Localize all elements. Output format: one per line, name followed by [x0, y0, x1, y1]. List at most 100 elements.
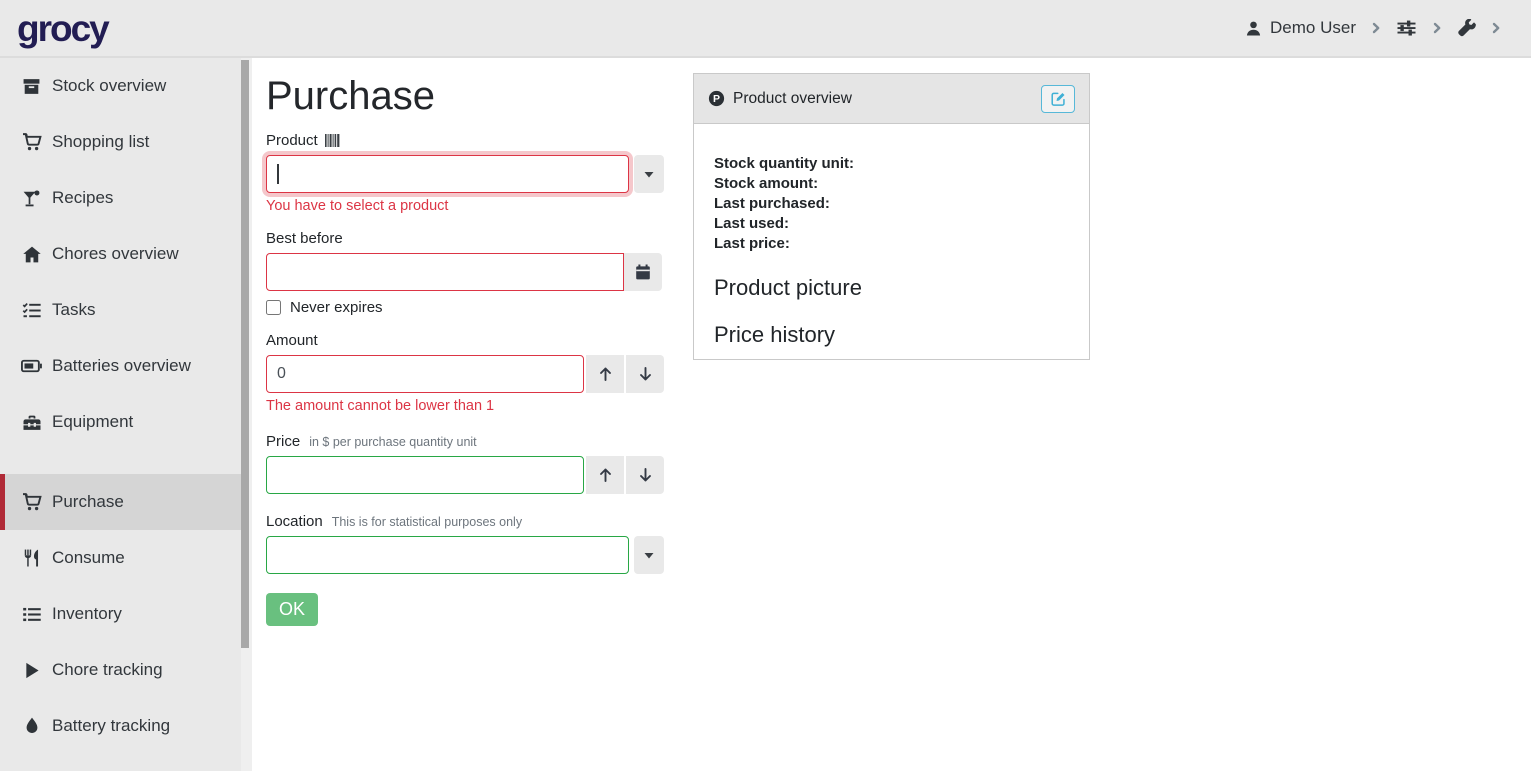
location-label: Location [266, 513, 323, 530]
sidebar-item-label: Recipes [52, 188, 113, 208]
product-picture-heading: Product picture [714, 275, 1069, 301]
sidebar-item-chores-overview[interactable]: Chores overview [0, 226, 241, 282]
location-field-group: Location This is for statistical purpose… [266, 513, 666, 574]
price-field-group: Price in $ per purchase quantity unit [266, 433, 666, 494]
chevron-right-icon [1490, 21, 1502, 35]
sidebar-item-label: Chores overview [52, 244, 179, 264]
amount-error-text: The amount cannot be lower than 1 [266, 398, 666, 414]
price-decrement-button[interactable] [626, 456, 664, 494]
price-label: Price [266, 433, 300, 450]
arrow-down-icon [638, 467, 653, 483]
sidebar-item-recipes[interactable]: Recipes [0, 170, 241, 226]
card-header: P Product overview [694, 74, 1089, 124]
svg-text:P: P [713, 93, 720, 105]
top-navbar: grocy Demo User [0, 0, 1531, 58]
never-expires-row: Never expires [266, 299, 666, 316]
utensils-icon [21, 549, 42, 567]
sidebar-item-label: Equipment [52, 412, 133, 432]
list-icon [21, 607, 42, 622]
play-icon [21, 662, 42, 679]
caret-down-icon [644, 171, 654, 178]
calendar-button[interactable] [623, 253, 662, 291]
price-hint: in $ per purchase quantity unit [309, 435, 476, 449]
location-input[interactable] [266, 536, 629, 574]
price-history-heading: Price history [714, 322, 1069, 348]
user-icon [1245, 20, 1262, 37]
grocy-logo[interactable]: grocy [17, 10, 108, 47]
cocktail-icon [21, 190, 42, 207]
arrow-down-icon [638, 366, 653, 382]
location-hint: This is for statistical purposes only [332, 515, 522, 529]
sidebar-item-label: Shopping list [52, 132, 149, 152]
amount-increment-button[interactable] [586, 355, 624, 393]
sidebar-item-shopping-list[interactable]: Shopping list [0, 114, 241, 170]
sidebar-item-batteries-overview[interactable]: Batteries overview [0, 338, 241, 394]
sidebar-nav: Stock overview Shopping list Recipes Cho… [0, 58, 252, 771]
main-content: Purchase Product You have [252, 58, 1531, 771]
edit-pencil-icon [1051, 91, 1066, 106]
chevron-right-icon [1370, 21, 1382, 35]
sliders-icon [1396, 19, 1417, 37]
sidebar-item-consume[interactable]: Consume [0, 530, 241, 586]
user-name-label: Demo User [1270, 18, 1356, 38]
sidebar-item-purchase[interactable]: Purchase [0, 474, 241, 530]
sidebar-item-equipment[interactable]: Equipment [0, 394, 241, 450]
best-before-input[interactable] [266, 253, 624, 291]
sidebar-item-inventory[interactable]: Inventory [0, 586, 241, 642]
calendar-icon [635, 264, 651, 281]
home-icon [21, 246, 42, 263]
drop-icon [21, 717, 42, 735]
caret-down-icon [644, 552, 654, 559]
product-circle-icon: P [708, 90, 725, 107]
settings-menu[interactable] [1396, 19, 1417, 37]
sidebar-item-label: Tasks [52, 300, 95, 320]
barcode-icon [325, 134, 347, 147]
user-menu[interactable]: Demo User [1245, 18, 1356, 38]
amount-decrement-button[interactable] [626, 355, 664, 393]
best-before-field-group: Best before Never expires [266, 230, 666, 316]
sidebar-item-label: Battery tracking [52, 716, 170, 736]
sidebar-item-label: Chore tracking [52, 660, 163, 680]
last-price-label: Last price: [714, 234, 1069, 254]
sidebar-item-label: Batteries overview [52, 356, 191, 376]
best-before-label: Best before [266, 230, 343, 247]
product-dropdown-button[interactable] [634, 155, 664, 193]
stock-amount-label: Stock amount: [714, 174, 1069, 194]
product-input[interactable] [266, 155, 629, 193]
sidebar-scrollbar-thumb[interactable] [241, 60, 249, 648]
sidebar-item-label: Inventory [52, 604, 122, 624]
shopping-cart-icon [21, 133, 42, 151]
price-increment-button[interactable] [586, 456, 624, 494]
sidebar-item-chore-tracking[interactable]: Chore tracking [0, 642, 241, 698]
amount-input[interactable] [266, 355, 584, 393]
location-dropdown-button[interactable] [634, 536, 664, 574]
wrench-icon [1457, 19, 1476, 37]
stock-quantity-unit-label: Stock quantity unit: [714, 154, 1069, 174]
arrow-up-icon [598, 467, 613, 483]
ok-button[interactable]: OK [266, 593, 318, 626]
amount-field-group: Amount The amount cannot be lower than 1 [266, 332, 666, 414]
page-title: Purchase [266, 73, 666, 119]
product-field-group: Product You have to select a product [266, 132, 666, 214]
edit-product-button[interactable] [1041, 85, 1075, 113]
battery-icon [21, 359, 42, 373]
sidebar-item-label: Purchase [52, 492, 124, 512]
last-purchased-label: Last purchased: [714, 194, 1069, 214]
sidebar-item-stock-overview[interactable]: Stock overview [0, 58, 241, 114]
card-body: Stock quantity unit: Stock amount: Last … [694, 124, 1089, 366]
amount-label: Amount [266, 332, 318, 349]
never-expires-label: Never expires [290, 299, 383, 316]
product-label: Product [266, 132, 318, 149]
price-input[interactable] [266, 456, 584, 494]
never-expires-checkbox[interactable] [266, 300, 281, 315]
text-cursor [277, 164, 279, 184]
chevron-right-icon [1431, 21, 1443, 35]
sidebar-item-tasks[interactable]: Tasks [0, 282, 241, 338]
sidebar-item-battery-tracking[interactable]: Battery tracking [0, 698, 241, 754]
card-title: Product overview [733, 90, 852, 108]
product-error-text: You have to select a product [266, 198, 666, 214]
sidebar-item-label: Stock overview [52, 76, 166, 96]
last-used-label: Last used: [714, 214, 1069, 234]
admin-menu[interactable] [1457, 19, 1476, 37]
shopping-cart-icon [21, 493, 42, 511]
